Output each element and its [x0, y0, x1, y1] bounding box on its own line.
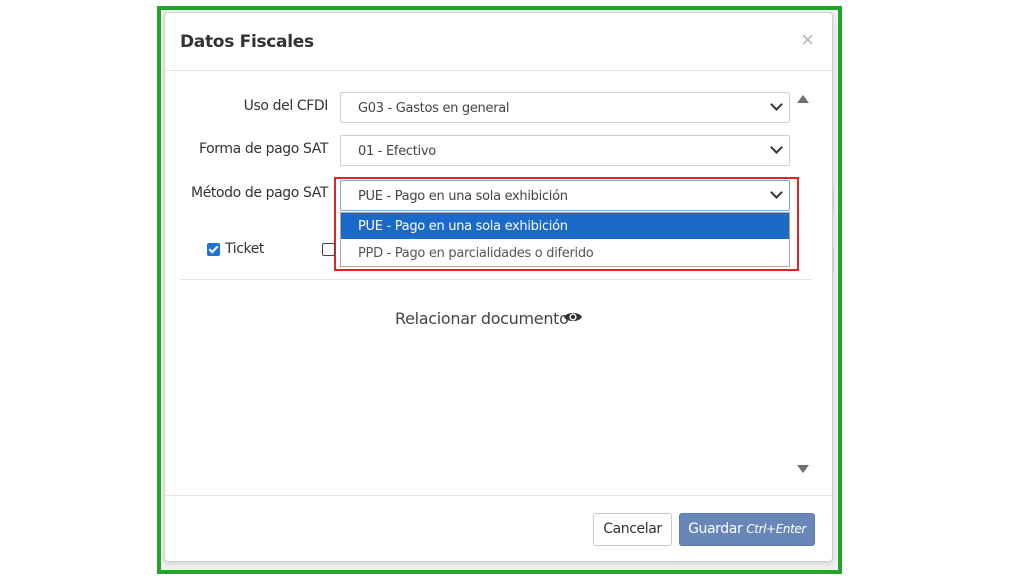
dropdown-option-pue[interactable]: PUE - Pago en una sola exhibición [341, 213, 789, 239]
modal-footer: Cancelar Guardar Ctrl+Enter [165, 495, 832, 562]
close-icon[interactable]: × [801, 29, 814, 51]
option-label: PUE - Pago en una sola exhibición [358, 219, 568, 234]
chevron-down-icon [770, 98, 783, 111]
modal-header: Datos Fiscales × [165, 13, 832, 71]
uso-cfdi-label: Uso del CFDI [243, 98, 329, 114]
modal-body: Uso del CFDI G03 - Gastos en general For… [165, 71, 832, 495]
dropdown-option-ppd[interactable]: PPD - Pago en parcialidades o diferido [341, 240, 789, 266]
divider [180, 279, 812, 280]
save-button[interactable]: Guardar Ctrl+Enter [679, 513, 815, 546]
metodo-pago-value: PUE - Pago en una sola exhibición [358, 189, 568, 204]
metodo-pago-label: Método de pago SAT [191, 185, 328, 201]
uso-cfdi-value: G03 - Gastos en general [358, 101, 510, 116]
ticket-checkbox[interactable] [207, 243, 220, 256]
datos-fiscales-modal: Datos Fiscales × Uso del CFDI G03 - Gast… [164, 12, 833, 562]
cancel-button[interactable]: Cancelar [593, 513, 672, 546]
metodo-pago-select[interactable]: PUE - Pago en una sola exhibición [340, 180, 790, 211]
eye-icon[interactable] [563, 309, 583, 325]
chevron-down-icon [770, 141, 783, 154]
scrollbar[interactable] [793, 91, 813, 487]
metodo-pago-dropdown-list: PUE - Pago en una sola exhibición PPD - … [340, 212, 790, 267]
modal-title: Datos Fiscales [180, 32, 314, 52]
save-button-label: Guardar [688, 521, 743, 537]
uso-cfdi-select[interactable]: G03 - Gastos en general [340, 92, 790, 123]
option-label: PPD - Pago en parcialidades o diferido [358, 246, 594, 261]
scroll-down-arrow-icon[interactable] [797, 465, 809, 473]
save-shortcut-hint: Ctrl+Enter [746, 522, 806, 536]
forma-pago-value: 01 - Efectivo [358, 144, 436, 159]
forma-pago-label: Forma de pago SAT [198, 141, 328, 157]
forma-pago-select[interactable]: 01 - Efectivo [340, 135, 790, 166]
relacionar-documento-link[interactable]: Relacionar documento [395, 309, 569, 328]
second-checkbox[interactable] [322, 243, 335, 256]
chevron-down-icon [770, 186, 783, 199]
ticket-label: Ticket [225, 241, 265, 257]
scroll-up-arrow-icon[interactable] [797, 95, 809, 103]
